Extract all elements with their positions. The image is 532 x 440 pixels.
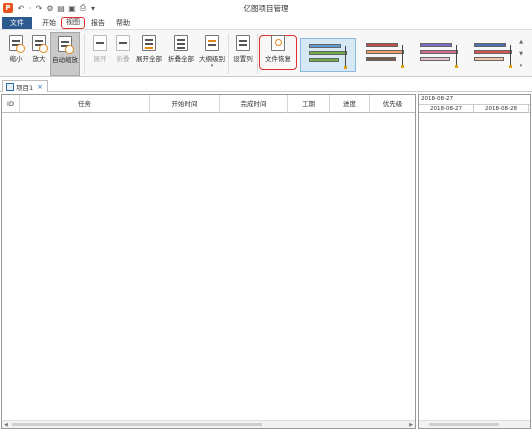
gantt-days-row: 2018-08-27 2018-08-28 [419, 104, 530, 113]
close-icon[interactable]: × [37, 83, 43, 91]
style-bar [420, 57, 450, 61]
menu-start[interactable]: 开始 [38, 17, 60, 29]
app-title: 亿图项目管理 [243, 4, 289, 13]
scrollbar-thumb[interactable] [12, 423, 262, 426]
scroll-right-icon[interactable]: ▶ [409, 421, 413, 429]
style-bar [309, 58, 339, 62]
title-bar: P ↶ · ↷ ⚙ ▤ ▣ ⎙ ▾ 亿图项目管理 [0, 0, 532, 16]
expand-label: 展开 [93, 55, 107, 63]
collapse-all-icon [174, 35, 188, 51]
collapse-all-label: 折叠全部 [168, 55, 194, 63]
chevron-down-icon: ▾ [210, 63, 214, 69]
zoom-in-label: 放大 [32, 55, 46, 63]
chevron-down-icon[interactable]: ▼ [515, 48, 527, 60]
column-header-task[interactable]: 任务 [20, 95, 150, 113]
column-header-id[interactable]: ID [2, 95, 20, 113]
set-columns-button[interactable]: 设置列 [230, 32, 256, 76]
gantt-style-3[interactable] [412, 38, 468, 72]
tab-project-1[interactable]: 项目1 × [2, 80, 49, 92]
gantt-period-label: 2018-08-27 [421, 96, 453, 102]
zoom-out-icon [9, 35, 25, 53]
collapse-all-button[interactable]: 折叠全部 [166, 32, 196, 76]
style-bar [474, 50, 512, 54]
style-bar [366, 50, 404, 54]
column-header-start[interactable]: 开始时间 [150, 95, 220, 113]
style-line [510, 45, 511, 65]
column-header-duration[interactable]: 工期 [288, 95, 330, 113]
outline-level-label: 大纲级别 [199, 55, 225, 63]
style-milestone [344, 66, 347, 69]
style-bar [420, 43, 452, 47]
scroll-left-icon[interactable]: ◀ [4, 421, 8, 429]
menu-file[interactable]: 文件 [2, 17, 32, 29]
file-restore-button[interactable]: 文件恢复 [262, 32, 294, 76]
column-header-finish[interactable]: 完成时间 [220, 95, 288, 113]
style-bar [474, 43, 506, 47]
column-header-progress[interactable]: 进度 [330, 95, 370, 113]
style-bar [309, 44, 341, 48]
column-header-priority[interactable]: 优先级 [370, 95, 415, 113]
style-line [345, 46, 346, 66]
gantt-horizontal-scrollbar[interactable] [419, 420, 530, 428]
menu-view[interactable]: 视图 [61, 17, 85, 29]
expand-all-label: 展开全部 [136, 55, 162, 63]
task-table[interactable]: ID 任务 开始时间 完成时间 工期 进度 优先级 ◀ ▶ [1, 94, 416, 429]
document-tab-bar: 项目1 × [0, 77, 532, 92]
scrollbar-thumb[interactable] [429, 423, 499, 426]
menu-bar: 文件 开始 视图 报告 帮助 [0, 16, 532, 29]
set-columns-icon [236, 35, 250, 51]
gantt-day: 2018-08-28 [474, 105, 529, 113]
file-restore-icon [271, 35, 285, 51]
gantt-style-2[interactable] [358, 38, 414, 72]
zoom-in-icon [32, 35, 48, 53]
collapse-icon [116, 35, 130, 51]
table-header: ID 任务 开始时间 完成时间 工期 进度 优先级 [2, 95, 415, 113]
zoom-out-label: 缩小 [9, 55, 23, 63]
expand-all-button[interactable]: 展开全部 [134, 32, 164, 76]
style-milestone [401, 65, 404, 68]
ribbon: 缩小 放大 自动缩放 展开 折叠 展开全部 折叠全部 大纲级别 ▾ 设置列 文件… [0, 29, 532, 77]
ribbon-separator [257, 34, 258, 74]
auto-zoom-label: 自动缩放 [52, 56, 78, 64]
gallery-more-icon[interactable]: ▾ [515, 60, 527, 72]
tab-label: 项目1 [16, 83, 34, 92]
auto-zoom-icon [58, 36, 74, 54]
ribbon-separator [228, 34, 229, 74]
ribbon-separator [84, 34, 85, 74]
gantt-style-4[interactable] [466, 38, 522, 72]
outline-level-button[interactable]: 大纲级别 ▾ [197, 32, 227, 76]
outline-level-icon [205, 35, 219, 51]
gantt-day: 2018-08-27 [419, 105, 474, 113]
collapse-label: 折叠 [116, 55, 130, 63]
expand-all-icon [142, 35, 156, 51]
zoom-in-button[interactable]: 放大 [26, 32, 52, 76]
auto-zoom-button[interactable]: 自动缩放 [50, 32, 80, 76]
gantt-header: 2018-08-27 2018-08-27 2018-08-28 [419, 95, 530, 113]
style-milestone [455, 65, 458, 68]
collapse-button[interactable]: 折叠 [110, 32, 136, 76]
gantt-style-1[interactable] [300, 38, 356, 72]
gantt-chart-panel[interactable]: 2018-08-27 2018-08-27 2018-08-28 [418, 94, 531, 429]
menu-help[interactable]: 帮助 [112, 17, 134, 29]
style-bar [366, 43, 398, 47]
project-file-icon [6, 82, 14, 91]
gallery-scroll[interactable]: ▲ ▼ ▾ [515, 36, 527, 72]
menu-report[interactable]: 报告 [88, 17, 108, 29]
chevron-up-icon[interactable]: ▲ [515, 36, 527, 48]
style-bar [474, 57, 504, 61]
table-horizontal-scrollbar[interactable]: ◀ ▶ [2, 420, 415, 428]
expand-icon [93, 35, 107, 51]
style-bar [420, 50, 458, 54]
style-milestone [509, 65, 512, 68]
style-line [456, 45, 457, 65]
style-bar [309, 51, 347, 55]
file-restore-label: 文件恢复 [265, 55, 291, 63]
style-line [402, 45, 403, 65]
set-columns-label: 设置列 [233, 55, 253, 63]
style-bar [366, 57, 396, 61]
